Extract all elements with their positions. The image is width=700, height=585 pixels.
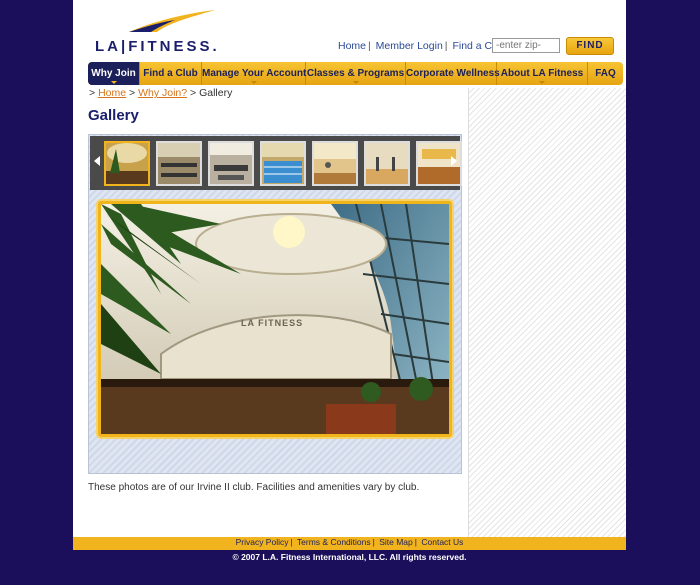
breadcrumb-current: Gallery xyxy=(199,87,233,99)
main-gallery-photo: LA FITNESS xyxy=(98,201,452,437)
nav-item-corporate-wellness[interactable]: Corporate Wellness xyxy=(406,62,500,85)
contact-us-link[interactable]: Contact Us xyxy=(421,537,463,547)
nav-item-faq[interactable]: FAQ xyxy=(588,62,623,85)
main-nav: Why Join Find a Club Manage Your Account… xyxy=(88,62,623,85)
pool-icon xyxy=(262,143,304,184)
gallery-thumbnail[interactable] xyxy=(260,141,306,186)
nav-item-manage-account[interactable]: Manage Your Account xyxy=(202,62,306,85)
member-login-link[interactable]: Member Login xyxy=(376,40,443,52)
caret-down-icon xyxy=(539,81,545,84)
breadcrumb-separator: > xyxy=(190,87,197,99)
arrow-left-icon[interactable] xyxy=(94,156,100,166)
gallery-thumbnail[interactable] xyxy=(364,141,410,186)
caret-down-icon xyxy=(250,81,257,84)
top-utility-links: Home | Member Login | Find a Club xyxy=(338,40,507,52)
thumbnail-strip xyxy=(90,136,462,190)
nav-item-classes-programs[interactable]: Classes & Programs xyxy=(306,62,406,85)
site-map-link[interactable]: Site Map xyxy=(379,537,413,547)
svg-text:LA FITNESS: LA FITNESS xyxy=(241,318,303,328)
breadcrumb-separator: > xyxy=(89,87,96,99)
breadcrumb-separator: > xyxy=(129,87,136,99)
studio-icon xyxy=(314,143,356,184)
right-sidebar xyxy=(468,88,626,538)
breadcrumb: > Home > Why Join? > Gallery xyxy=(89,87,232,99)
court-icon xyxy=(366,143,408,184)
find-button[interactable]: FIND xyxy=(566,37,614,55)
logo-wordmark: LA|FITNESS. xyxy=(95,38,220,55)
club-atrium-photo: LA FITNESS xyxy=(101,204,449,434)
gallery-thumbnail[interactable] xyxy=(156,141,202,186)
zip-search-input[interactable] xyxy=(492,38,560,53)
gallery-thumbnail[interactable] xyxy=(312,141,358,186)
footer-divider xyxy=(73,548,626,550)
home-link[interactable]: Home xyxy=(338,40,366,52)
logo-swoosh-icon xyxy=(129,10,215,32)
caret-down-icon xyxy=(352,81,359,84)
breadcrumb-why-join-link[interactable]: Why Join? xyxy=(138,87,187,99)
caret-down-icon xyxy=(110,81,117,84)
gallery-thumbnail[interactable] xyxy=(208,141,254,186)
weights-icon xyxy=(210,143,252,184)
gym-floor-icon xyxy=(158,143,200,184)
photo-gallery: LA FITNESS xyxy=(88,134,462,474)
privacy-policy-link[interactable]: Privacy Policy xyxy=(236,537,289,547)
atrium-icon xyxy=(106,143,148,184)
footer-links: Privacy Policy | Terms & Conditions | Site… xyxy=(73,537,626,548)
gallery-caption: These photos are of our Irvine II club. … xyxy=(88,482,420,493)
nav-item-why-join[interactable]: Why Join xyxy=(88,62,140,85)
breadcrumb-home-link[interactable]: Home xyxy=(98,87,126,99)
nav-item-find-a-club[interactable]: Find a Club xyxy=(140,62,202,85)
footer-bar: © 2007 L.A. Fitness International, LLC. … xyxy=(73,548,626,585)
gallery-thumbnail[interactable] xyxy=(104,141,150,186)
la-fitness-logo[interactable]: LA|FITNESS. xyxy=(95,8,225,55)
terms-link[interactable]: Terms & Conditions xyxy=(297,537,371,547)
page-title: Gallery xyxy=(88,107,139,124)
page-container: LA|FITNESS. Home | Member Login | Find a C… xyxy=(73,0,626,585)
copyright-text: © 2007 L.A. Fitness International, LLC. … xyxy=(232,552,467,562)
arrow-right-icon[interactable] xyxy=(451,156,457,166)
nav-item-about[interactable]: About LA Fitness xyxy=(497,62,588,85)
